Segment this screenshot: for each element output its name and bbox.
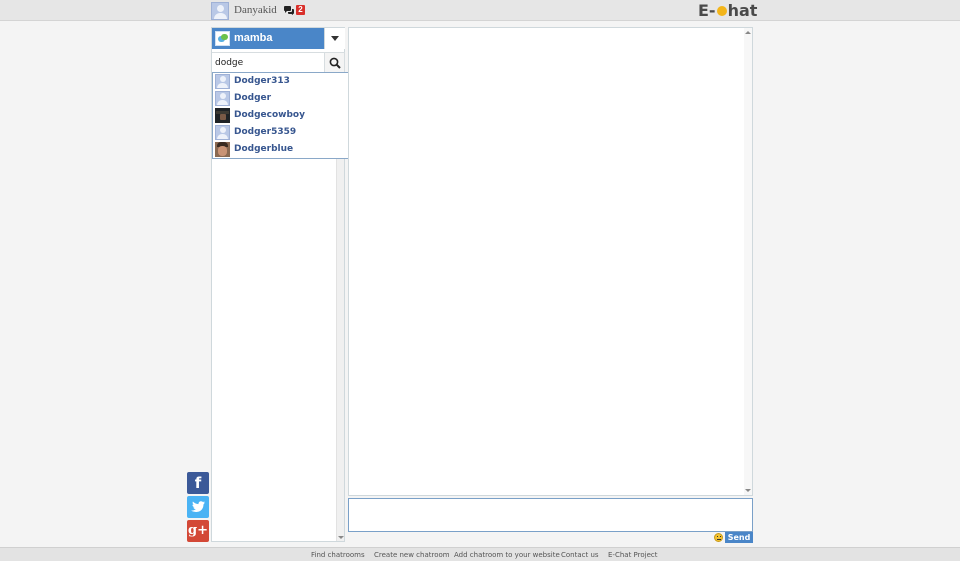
logo-prefix: E- <box>698 1 716 20</box>
user-search-input[interactable] <box>212 52 324 73</box>
room-dropdown-toggle[interactable] <box>324 28 345 49</box>
search-result-item[interactable]: Dodgecowboy <box>213 107 368 124</box>
speech-bubbles-icon[interactable] <box>284 6 294 15</box>
facebook-icon[interactable]: f <box>187 472 209 494</box>
logo-smile-icon <box>716 6 727 16</box>
result-username: Dodgerblue <box>234 144 294 154</box>
chat-scrollbar[interactable] <box>744 28 752 495</box>
send-button[interactable]: Send <box>725 532 753 543</box>
result-username: Dodgecowboy <box>234 110 305 120</box>
footer-link-find-chatrooms[interactable]: Find chatrooms <box>311 551 365 559</box>
user-photo-icon <box>215 142 230 157</box>
footer-link-contact[interactable]: Contact us <box>561 551 599 559</box>
current-username[interactable]: Danyakid <box>234 4 277 16</box>
user-avatar-icon <box>215 74 230 89</box>
twitter-bird-icon <box>191 501 205 513</box>
user-avatar-icon <box>215 91 230 106</box>
footer-link-echat-project[interactable]: E-Chat Project <box>608 551 657 559</box>
search-button[interactable] <box>324 52 345 73</box>
logo-suffix: hat <box>727 1 758 20</box>
footer-link-create-chatroom[interactable]: Create new chatroom <box>374 551 450 559</box>
caret-down-icon <box>331 36 339 41</box>
search-result-item[interactable]: Dodger313 <box>213 73 368 90</box>
room-name: mamba <box>234 32 273 44</box>
result-username: Dodger <box>234 93 272 103</box>
facebook-glyph: f <box>194 474 202 492</box>
emoji-icon[interactable] <box>714 533 723 542</box>
footer-link-add-chatroom[interactable]: Add chatroom to your website <box>454 551 560 559</box>
search-result-item[interactable]: Dodger <box>213 90 368 107</box>
result-username: Dodger5359 <box>234 127 297 137</box>
echat-logo[interactable]: E-hat <box>698 1 757 20</box>
search-result-item[interactable]: Dodger5359 <box>213 124 368 141</box>
scroll-down-icon[interactable] <box>745 489 751 492</box>
search-icon <box>329 57 341 69</box>
search-result-item[interactable]: Dodgerblue <box>213 141 368 158</box>
chat-messages-area <box>348 27 753 496</box>
user-avatar-icon[interactable] <box>211 2 229 20</box>
message-count-badge[interactable]: 2 <box>296 5 305 15</box>
google-plus-icon[interactable]: g+ <box>187 520 209 542</box>
footer: Find chatrooms Create new chatroom Add c… <box>0 547 960 561</box>
top-bar: Danyakid 2 E-hat <box>0 0 960 21</box>
user-photo-icon <box>215 108 230 123</box>
message-input[interactable] <box>348 498 753 532</box>
result-username: Dodger313 <box>234 76 290 86</box>
room-icon <box>215 31 230 46</box>
room-selector[interactable]: mamba <box>212 28 324 49</box>
scroll-down-icon[interactable] <box>338 536 344 539</box>
user-avatar-icon <box>215 125 230 140</box>
twitter-icon[interactable] <box>187 496 209 518</box>
google-plus-glyph: g+ <box>188 523 208 538</box>
scroll-up-icon[interactable] <box>745 31 751 34</box>
